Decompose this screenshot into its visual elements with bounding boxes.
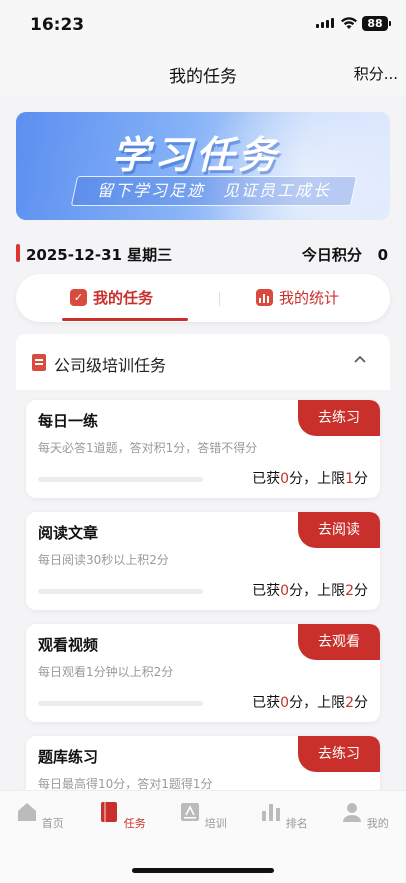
task-progress-bar [38,477,203,482]
book-icon [101,802,118,822]
task-icon: ✓ [70,289,87,306]
today-points-value: 0 [377,246,388,264]
task-name: 阅读文章 [38,524,99,542]
signal-icon [316,18,334,28]
bar-chart-icon [256,289,273,306]
bottom-tab-tasks[interactable]: 任务 [92,801,152,831]
bottom-tab-home[interactable]: 首页 [10,801,70,831]
profile-icon [343,803,362,822]
today-points: 今日积分 0 [302,244,388,265]
task-description: 每日阅读30秒以上积2分 [38,553,169,567]
wifi-icon [341,17,357,29]
bottom-tab-ranking[interactable]: 排名 [254,801,314,831]
bottom-tab-training[interactable]: 培训 [173,801,233,831]
bottom-tab-profile[interactable]: 我的 [335,801,395,831]
task-action-button[interactable]: 去阅读 [298,512,380,548]
active-tab-indicator [62,318,188,321]
bottom-tab-label: 排名 [285,817,308,830]
tab-my-tasks[interactable]: ✓ 我的任务 [70,287,153,308]
task-action-button[interactable]: 去练习 [298,400,380,436]
current-date: 2025-12-31 星期三 [26,246,173,264]
bottom-tab-label: 培训 [204,817,227,830]
tab-label: 我的统计 [279,289,340,307]
battery-icon: 88 [362,16,391,31]
chevron-up-icon[interactable] [354,354,366,366]
task-card: 阅读文章 每日阅读30秒以上积2分 去阅读 已获0分，上限2分 [26,512,380,610]
task-score: 已获0分，上限2分 [252,583,368,599]
section-title: 公司级培训任务 [54,356,167,375]
tab-divider [219,292,220,306]
task-score: 已获0分，上限2分 [252,695,368,711]
points-rules-link[interactable]: 积分... [354,63,398,84]
task-action-button[interactable]: 去观看 [298,624,380,660]
status-bar: 16:23 88 [0,0,406,50]
banner-title: 学习任务 [112,133,281,177]
task-progress-bar [38,701,203,706]
section-header[interactable]: 公司级培训任务 [16,334,390,390]
task-card: 每日一练 每天必答1道题，答对积1分，答错不得分 去练习 已获0分，上限1分 [26,400,380,498]
tab-my-stats[interactable]: 我的统计 [256,287,339,308]
bottom-tab-label: 首页 [41,817,64,830]
task-score: 已获0分，上限1分 [252,471,368,487]
task-name: 观看视频 [38,636,99,654]
task-progress-bar [38,589,203,594]
banner-subtitle: 留下学习足迹 见证员工成长 [96,181,331,200]
training-icon [181,803,200,821]
task-description: 每日观看1分钟以上积2分 [38,665,174,679]
date-marker [16,244,20,262]
bottom-tab-label: 我的 [366,817,389,830]
status-time: 16:23 [30,15,85,35]
ranking-icon [262,804,281,821]
task-card: 观看视频 每日观看1分钟以上积2分 去观看 已获0分，上限2分 [26,624,380,722]
task-description: 每天必答1道题，答对积1分，答错不得分 [38,441,258,455]
task-name: 题库练习 [38,748,99,766]
nav-bar: 我的任务 积分... [0,50,406,96]
today-points-label: 今日积分 [301,246,362,264]
task-action-button[interactable]: 去练习 [298,736,380,772]
tab-label: 我的任务 [93,289,154,307]
home-indicator [132,868,274,873]
page-title: 我的任务 [169,67,237,87]
task-name: 每日一练 [38,412,99,430]
study-banner: 学习任务 留下学习足迹 见证员工成长 [16,112,390,220]
bottom-tab-label: 任务 [123,817,146,830]
task-tabs: ✓ 我的任务 我的统计 [16,274,390,322]
home-icon [18,803,37,821]
document-icon [32,354,46,371]
